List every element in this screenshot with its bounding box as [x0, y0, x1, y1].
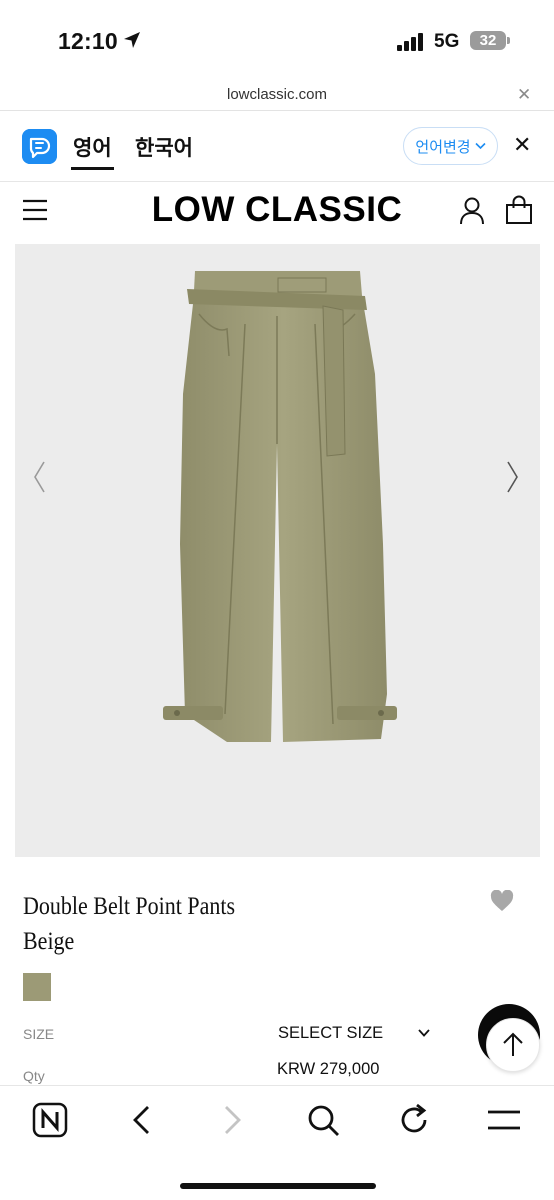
product-price: KRW 279,000 [277, 1060, 380, 1078]
tab-target-language[interactable]: 한국어 [135, 132, 193, 162]
change-language-label: 언어변경 [415, 138, 471, 156]
color-swatch[interactable] [23, 973, 51, 1001]
scroll-to-top-button[interactable] [486, 1018, 540, 1072]
bag-icon[interactable] [505, 195, 533, 225]
search-icon[interactable] [305, 1102, 341, 1138]
close-translate-icon[interactable]: ✕ [513, 132, 531, 158]
back-icon[interactable] [124, 1102, 160, 1138]
refresh-icon[interactable] [396, 1102, 432, 1138]
active-tab-indicator [71, 167, 114, 170]
close-icon[interactable]: ✕ [517, 85, 531, 105]
change-language-button[interactable]: 언어변경 [403, 127, 498, 165]
user-icon[interactable] [459, 197, 485, 225]
translate-bar: 영어 한국어 언어변경 ✕ [0, 112, 554, 182]
product-photo [163, 271, 397, 742]
home-indicator [180, 1183, 376, 1189]
heart-icon[interactable] [490, 890, 514, 912]
forward-icon[interactable] [214, 1102, 250, 1138]
chevron-down-icon [475, 142, 486, 150]
chevron-down-icon[interactable] [417, 1027, 431, 1039]
network-type: 5G [434, 31, 460, 52]
browser-toolbar [0, 1085, 554, 1200]
size-select[interactable]: SELECT SIZE [278, 1024, 383, 1043]
url-bar[interactable]: lowclassic.com ✕ [0, 80, 554, 111]
battery-icon: 32 [470, 31, 506, 50]
qty-label: Qty [23, 1068, 45, 1084]
translate-icon[interactable] [22, 129, 57, 164]
menu-icon[interactable] [486, 1102, 522, 1138]
size-label: SIZE [23, 1026, 55, 1042]
status-time: 12:10 [58, 28, 118, 54]
tab-source-language[interactable]: 영어 [73, 132, 112, 162]
naver-icon[interactable] [32, 1102, 68, 1138]
product-image[interactable] [15, 244, 540, 857]
signal-icon [397, 33, 423, 51]
product-name: Double Belt Point Pants [23, 893, 236, 920]
product-color-name: Beige [23, 928, 75, 955]
arrow-up-icon [503, 1032, 523, 1056]
chevron-right-icon[interactable] [506, 460, 520, 494]
url-text[interactable]: lowclassic.com [0, 86, 554, 103]
location-arrow-icon [124, 32, 140, 48]
battery-level: 32 [479, 32, 497, 49]
status-bar: 12:10 5G 32 [0, 0, 554, 80]
site-header: LOW CLASSIC [0, 183, 554, 243]
battery-tip [507, 37, 510, 44]
chevron-left-icon[interactable] [32, 460, 46, 494]
